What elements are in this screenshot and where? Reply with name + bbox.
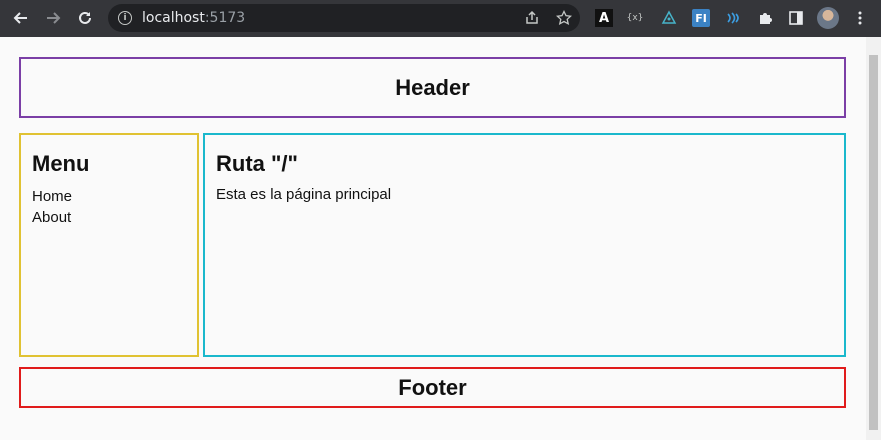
menu-title: Menu xyxy=(32,151,90,176)
page-header: Header xyxy=(19,57,846,118)
bookmark-star-icon[interactable] xyxy=(556,10,572,26)
route-title: Ruta "/" xyxy=(216,151,298,176)
browser-toolbar: i localhost:5173 A {x} FI xyxy=(0,0,881,37)
footer-title: Footer xyxy=(398,374,467,400)
address-bar[interactable]: i localhost:5173 xyxy=(108,4,580,32)
back-button[interactable] xyxy=(12,9,30,27)
menu-link-about[interactable]: About xyxy=(32,207,186,228)
extension-variables-icon[interactable]: {x} xyxy=(626,9,644,27)
arrow-left-icon xyxy=(13,12,27,24)
route-text: Esta es la página principal xyxy=(216,186,392,203)
menu-kebab-icon[interactable] xyxy=(851,9,869,27)
arrow-right-icon xyxy=(47,12,61,24)
sidebar-menu: Menu Home About xyxy=(19,133,199,357)
url-port: :5173 xyxy=(204,10,246,26)
url-host: localhost xyxy=(142,10,205,26)
vertical-scrollbar[interactable] xyxy=(866,37,881,440)
main-content: Ruta "/" Esta es la página principal xyxy=(203,133,846,357)
url-text: localhost:5173 xyxy=(142,10,245,26)
wind-icon[interactable] xyxy=(724,9,742,27)
site-info-icon[interactable]: i xyxy=(118,11,132,25)
vue-devtools-icon[interactable] xyxy=(660,9,678,27)
page-footer: Footer xyxy=(19,367,846,408)
share-icon[interactable] xyxy=(524,10,540,26)
forward-button[interactable] xyxy=(44,9,62,27)
puzzle-icon[interactable] xyxy=(756,9,774,27)
menu-link-home[interactable]: Home xyxy=(32,186,186,207)
reload-icon xyxy=(79,11,91,24)
extension-fi-icon[interactable]: FI xyxy=(692,9,710,27)
header-title: Header xyxy=(395,74,470,100)
extension-a-icon[interactable]: A xyxy=(595,9,613,27)
scrollbar-thumb[interactable] xyxy=(869,55,878,430)
reload-button[interactable] xyxy=(76,9,94,27)
profile-avatar[interactable] xyxy=(817,7,839,29)
side-panel-icon[interactable] xyxy=(787,9,805,27)
